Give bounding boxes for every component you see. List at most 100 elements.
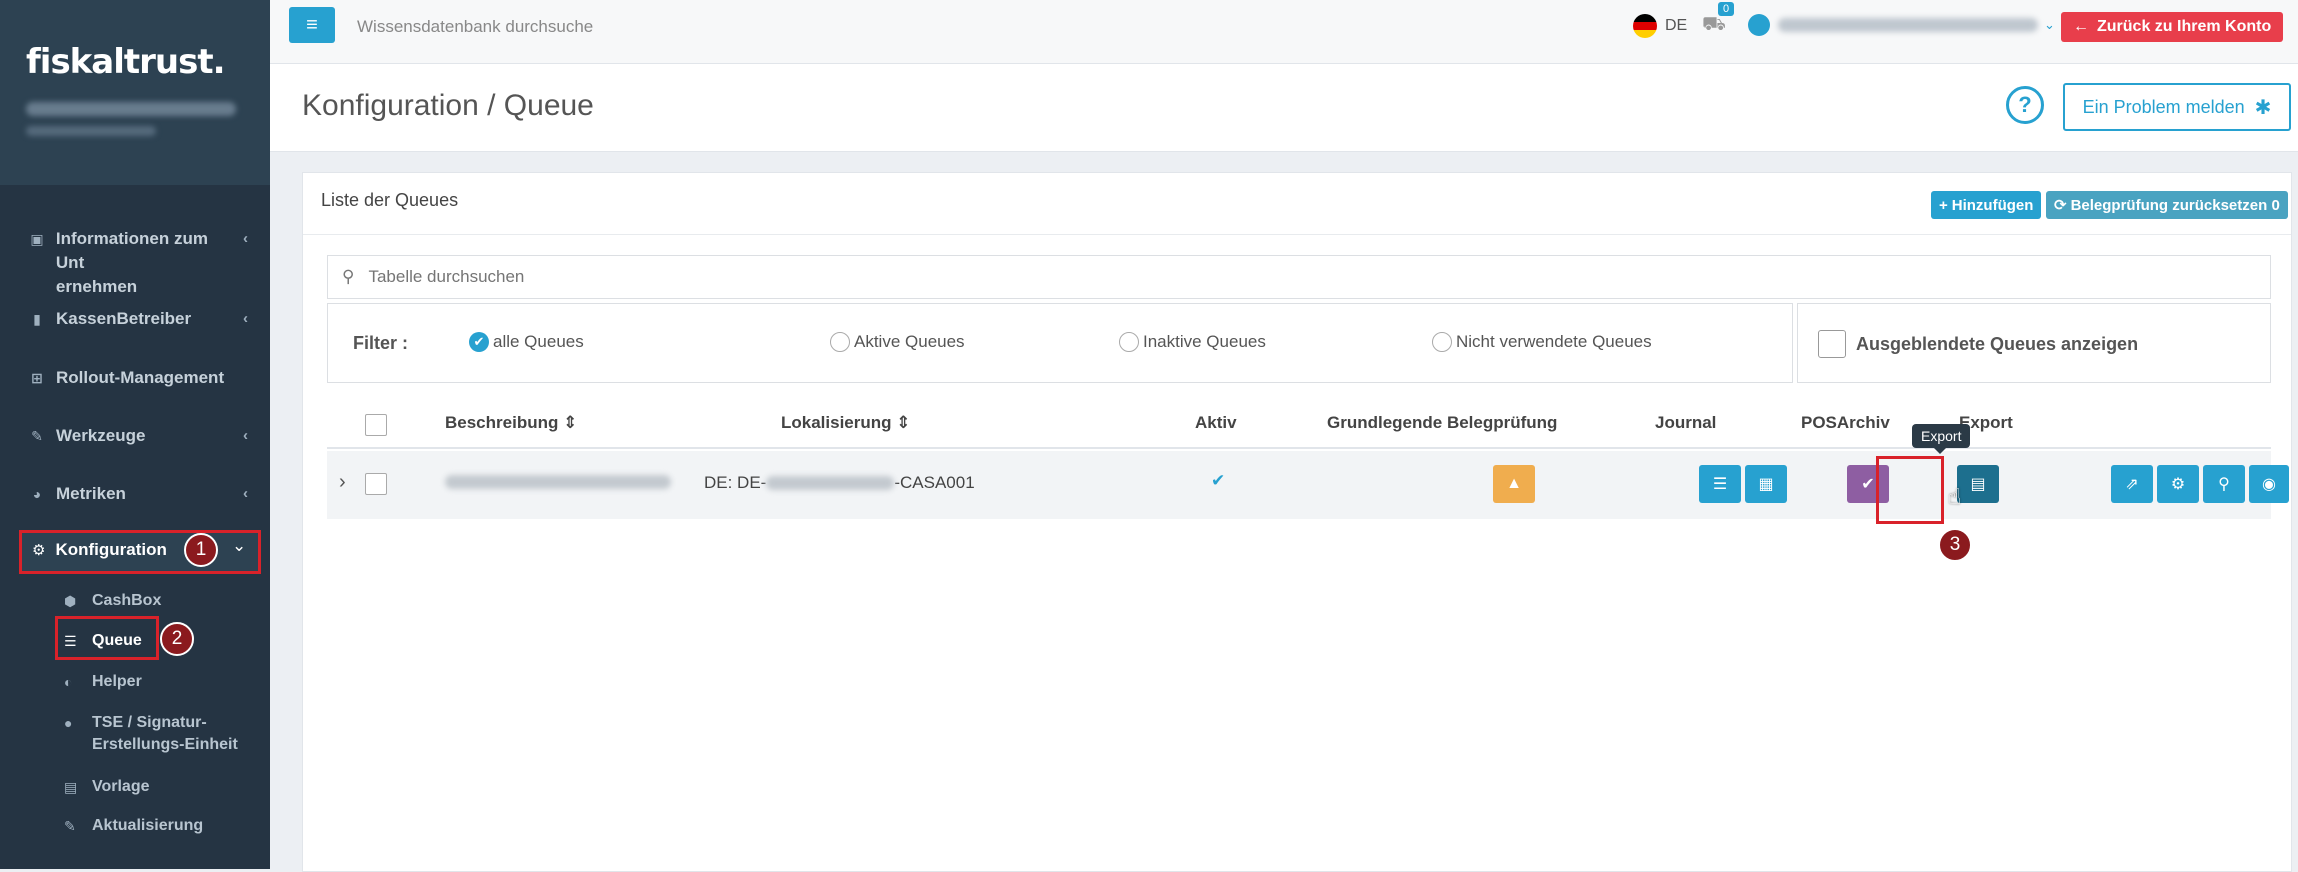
back-to-account-button[interactable]: ← Zurück zu Ihrem Konto <box>2061 12 2284 42</box>
sidebar-subitem-label: Aktualisierung <box>92 817 204 834</box>
topbar: ≡ Wissensdatenbank durchsuche DE ⛟ 0 ⌄ ←… <box>270 0 2298 64</box>
sidebar-subitem-tse[interactable]: ● TSE / Signatur- Erstellungs-Einheit <box>64 712 238 756</box>
show-hidden-checkbox[interactable] <box>1818 330 1846 358</box>
user-name-blurred[interactable] <box>26 126 156 136</box>
eye-icon: ◉ <box>2262 476 2276 493</box>
step-badge-2: 2 <box>160 622 194 656</box>
hand-cursor-icon: ☝ <box>1948 484 1962 509</box>
row-checkbox[interactable] <box>365 473 387 495</box>
sidebar-subitem-aktualisierung[interactable]: ✎ Aktualisierung <box>64 815 203 837</box>
sidebar-subitem-helper[interactable]: ◐ Helper <box>64 671 142 693</box>
list-icon: ☰ <box>1712 476 1728 493</box>
sidebar-subitem-label: Helper <box>92 673 142 690</box>
briefcase-icon: ▣ <box>30 231 44 247</box>
visibility-button[interactable]: ◉ <box>2249 465 2289 503</box>
export-tooltip: Export <box>1912 424 1971 454</box>
gear-icon: ⚙ <box>2170 476 2186 493</box>
warning-button[interactable]: ▲ <box>1493 465 1535 503</box>
cogs-icon: ⚙ <box>32 542 46 559</box>
report-problem-button[interactable]: Ein Problem melden ✱ <box>2063 83 2291 131</box>
settings-button[interactable]: ⚙ <box>2157 465 2199 503</box>
file-export-icon: ▤ <box>1970 476 1986 493</box>
step-badge-3: 3 <box>1938 528 1972 562</box>
sidebar-subitem-label: Queue <box>92 632 142 649</box>
help-icon[interactable]: ? <box>2006 86 2044 124</box>
chevron-down-icon: ⌄ <box>232 536 247 555</box>
sidebar-item-company-info[interactable]: ▣ Informationen zum Unt ernehmen ‹ <box>0 227 270 299</box>
chevron-right-icon[interactable]: › <box>339 471 346 494</box>
table-icon: ▦ <box>1758 476 1774 493</box>
chevron-down-icon: ⌄ <box>2044 17 2055 32</box>
radio-unchecked-icon <box>1119 332 1139 352</box>
queue-list-card: Liste der Queues + Hinzufügen ⟳ Belegprü… <box>302 172 2292 872</box>
journal-table-button[interactable]: ▦ <box>1745 465 1787 503</box>
arrow-left-icon: ← <box>2073 18 2089 35</box>
chevron-left-icon: ‹ <box>243 427 248 444</box>
filter-unused-queues[interactable]: Nicht verwendete Queues <box>1432 332 1652 352</box>
plus-icon: + <box>1939 196 1948 214</box>
table-search: ⚲ <box>327 255 2271 299</box>
sidebar-subitem-vorlage[interactable]: ▤ Vorlage <box>64 776 150 798</box>
sidebar-subitem-label: TSE / Signatur- <box>92 714 207 731</box>
language-selector[interactable]: DE <box>1633 14 1687 38</box>
sidebar-subitem-cashbox[interactable]: ⬢ CashBox <box>64 590 161 612</box>
sidebar-item-werkzeuge[interactable]: ✎ Werkzeuge ‹ <box>0 424 270 448</box>
sidebar-subitem-label: Erstellungs-Einheit <box>92 736 238 753</box>
external-link-icon: ⇗ <box>2125 476 2139 493</box>
export-button[interactable]: ▤ <box>1957 465 1999 503</box>
bug-icon: ✱ <box>2254 96 2272 119</box>
column-aktiv: Aktiv <box>1195 413 1237 432</box>
basket-icon[interactable]: ⛟ <box>1702 14 1726 38</box>
account-name-blurred[interactable] <box>26 102 236 116</box>
column-lokalisierung[interactable]: Lokalisierung ⇕ <box>781 413 911 433</box>
filter-label: Filter : <box>353 333 409 353</box>
show-hidden-queues: Ausgeblendete Queues anzeigen <box>1797 303 2271 383</box>
localization-blurred <box>766 476 895 490</box>
warning-icon: ▲ <box>1506 475 1522 492</box>
radio-unchecked-icon <box>830 332 850 352</box>
sort-icon: ⇕ <box>896 413 911 432</box>
chevron-left-icon: ‹ <box>243 310 248 327</box>
reset-receipt-check-button[interactable]: ⟳ Belegprüfung zurücksetzen 0 <box>2046 191 2288 219</box>
user-email-blurred <box>1778 18 2038 32</box>
column-label: Beschreibung <box>445 413 559 432</box>
sidebar-item-label: Konfiguration <box>55 540 167 559</box>
sidebar-item-rollout[interactable]: ⊞ Rollout-Management <box>0 366 270 390</box>
sidebar-item-metriken[interactable]: ◕ Metriken ‹ <box>0 482 270 506</box>
menu-toggle-button[interactable]: ≡ <box>289 7 335 43</box>
sidebar-item-konfiguration[interactable]: ⚙ Konfiguration <box>32 540 167 560</box>
table-search-input[interactable] <box>368 267 2169 287</box>
language-code: DE <box>1665 17 1688 34</box>
sidebar-subitem-queue[interactable]: ☰ Queue <box>64 630 142 652</box>
half-circle-icon: ◐ <box>64 674 73 690</box>
journal-list-button[interactable]: ☰ <box>1699 465 1741 503</box>
column-belegpruefung: Grundlegende Belegprüfung <box>1327 413 1558 432</box>
column-journal: Journal <box>1655 413 1717 432</box>
user-menu[interactable]: ⌄ <box>1748 14 2055 36</box>
search-icon: ⚲ <box>342 267 355 286</box>
search-icon: ⚲ <box>2218 476 2230 493</box>
refresh-icon: ⟳ <box>2054 197 2067 214</box>
sidebar-header: fiskaltrust. <box>0 0 270 185</box>
circle-icon: ● <box>64 715 73 731</box>
open-external-button[interactable]: ⇗ <box>2111 465 2153 503</box>
user-circle-icon <box>1748 14 1770 36</box>
cube-icon: ⬢ <box>64 593 77 609</box>
filter-active-queues[interactable]: Aktive Queues <box>830 332 965 352</box>
logo: fiskaltrust. <box>26 42 226 82</box>
column-beschreibung[interactable]: Beschreibung ⇕ <box>445 413 577 433</box>
book-icon: ▮ <box>33 311 41 327</box>
radio-checked-icon: ✔ <box>469 332 489 352</box>
main-area: ≡ Wissensdatenbank durchsuche DE ⛟ 0 ⌄ ←… <box>270 0 2298 872</box>
table-row[interactable]: › DE: DE- -CASA001 ✔ ▲ ☰ ▦ ✔ ▤ ⇗ ⚙ ⚲ ◉ <box>327 451 2289 519</box>
search-row-button[interactable]: ⚲ <box>2203 465 2245 503</box>
row-localization: DE: DE- -CASA001 <box>704 473 975 493</box>
filter-all-queues[interactable]: ✔ alle Queues <box>469 332 584 352</box>
filter-inactive-queues[interactable]: Inaktive Queues <box>1119 332 1266 352</box>
knowledge-base-search[interactable]: Wissensdatenbank durchsuche <box>357 17 593 37</box>
sidebar-subitem-label: Vorlage <box>92 778 150 795</box>
select-all-checkbox[interactable] <box>365 414 387 436</box>
add-queue-button[interactable]: + Hinzufügen <box>1931 191 2042 219</box>
sidebar-item-kassenbetreiber[interactable]: ▮ KassenBetreiber ‹ <box>0 307 270 331</box>
sidebar-item-label: Informationen zum Unt <box>55 229 208 272</box>
